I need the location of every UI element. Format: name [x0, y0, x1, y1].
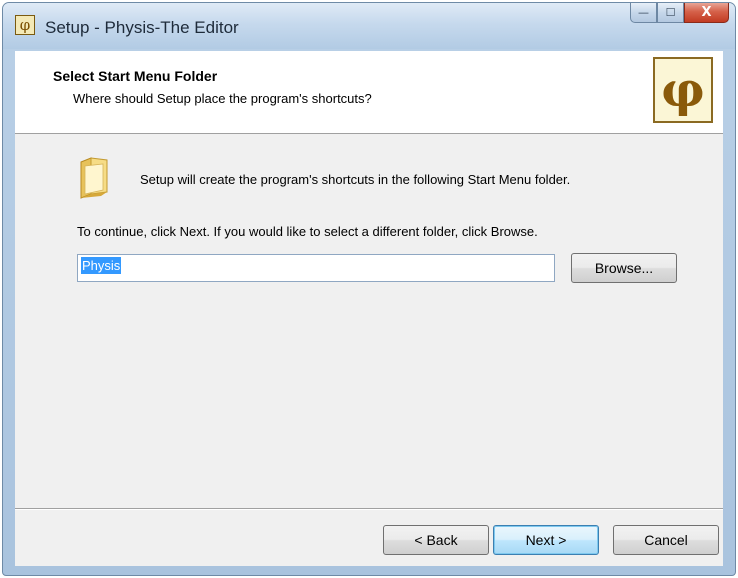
folder-icon — [80, 157, 108, 199]
cancel-button[interactable]: Cancel — [613, 525, 719, 555]
phi-app-icon: φ — [15, 15, 35, 35]
maximize-button[interactable]: ☐ — [657, 3, 684, 23]
caption-buttons: — ☐ X — [630, 3, 729, 23]
close-icon: X — [701, 5, 712, 20]
next-button[interactable]: Next > — [493, 525, 599, 555]
start-menu-folder-input[interactable]: Physis — [77, 254, 555, 282]
info-text: Setup will create the program's shortcut… — [140, 172, 571, 187]
continue-instructions: To continue, click Next. If you would li… — [77, 224, 538, 239]
browse-button[interactable]: Browse... — [571, 253, 677, 283]
title-bar[interactable]: φ Setup - Physis-The Editor — ☐ X — [3, 3, 735, 49]
wizard-content: Setup will create the program's shortcut… — [15, 134, 723, 508]
minimize-icon: — — [638, 6, 649, 19]
setup-window: φ Setup - Physis-The Editor — ☐ X Select… — [2, 2, 736, 576]
back-button[interactable]: < Back — [383, 525, 489, 555]
wizard-footer: < Back Next > Cancel — [15, 510, 723, 566]
page-subtitle: Where should Setup place the program's s… — [73, 91, 372, 106]
page-title: Select Start Menu Folder — [53, 68, 218, 84]
phi-logo-icon: φ — [661, 62, 705, 118]
wizard-header: Select Start Menu Folder Where should Se… — [15, 51, 723, 134]
maximize-icon: ☐ — [665, 6, 676, 19]
minimize-button[interactable]: — — [630, 3, 657, 23]
phi-logo: φ — [653, 57, 713, 123]
window-title: Setup - Physis-The Editor — [45, 18, 239, 37]
close-button[interactable]: X — [684, 3, 729, 23]
folder-input-value: Physis — [81, 257, 122, 274]
